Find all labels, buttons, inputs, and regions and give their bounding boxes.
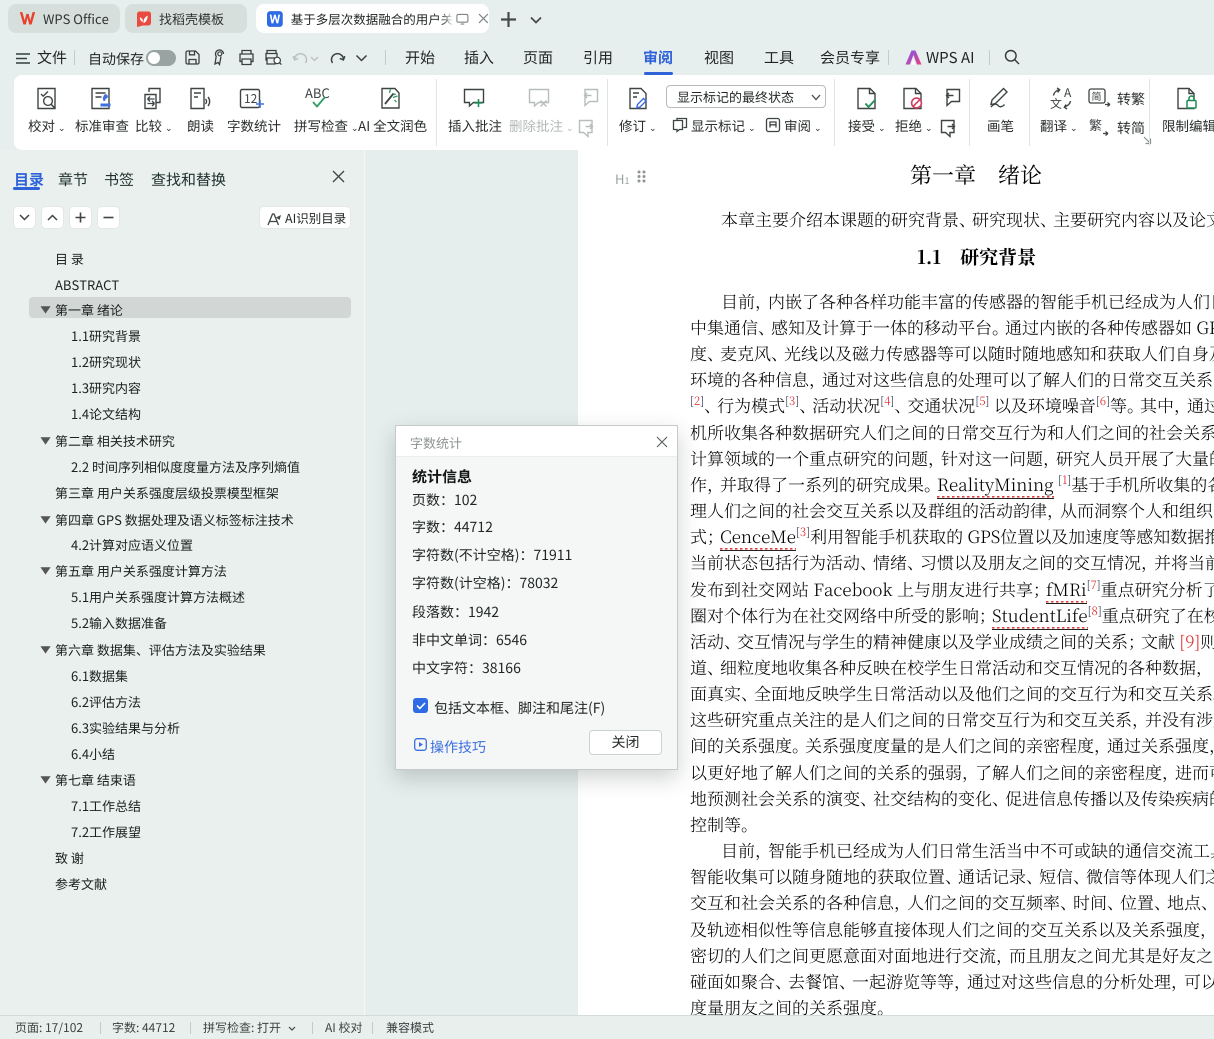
- svg-text:ABC: ABC: [305, 87, 330, 102]
- svg-text:简: 简: [1092, 88, 1102, 103]
- svg-text:12: 12: [244, 90, 258, 107]
- svg-text:文: 文: [1050, 95, 1062, 110]
- svg-text:A: A: [1064, 87, 1072, 101]
- svg-text:繁: 繁: [1089, 117, 1102, 134]
